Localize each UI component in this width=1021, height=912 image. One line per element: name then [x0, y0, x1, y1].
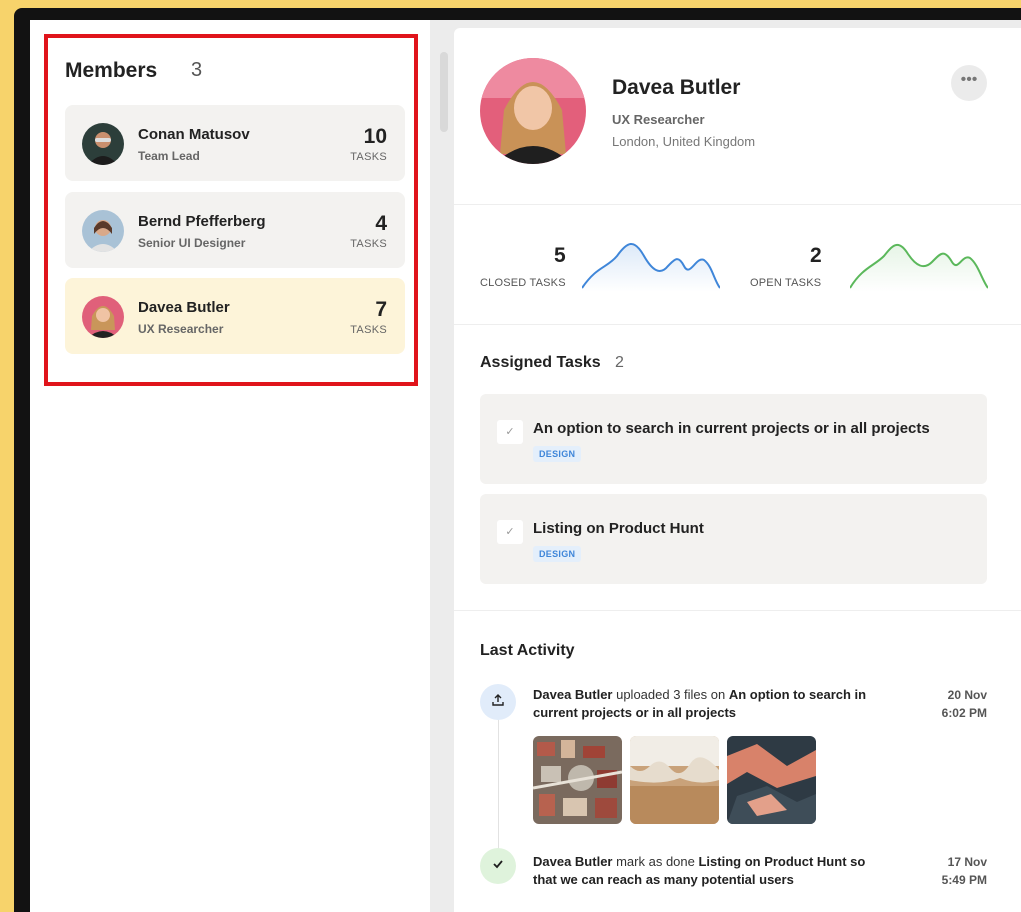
closed-tasks-value: 5 [554, 244, 566, 267]
task-title: An option to search in current projects … [533, 420, 930, 437]
open-tasks-value: 2 [810, 244, 822, 267]
activity-action: uploaded 3 files on [612, 687, 729, 702]
divider [454, 610, 1021, 611]
task-tag: DESIGN [533, 446, 582, 462]
last-activity-title: Last Activity [480, 642, 575, 659]
activity-time: 6:02 PM [941, 706, 987, 720]
assigned-tasks-title: Assigned Tasks [480, 354, 601, 371]
more-options-button[interactable]: ••• [951, 65, 987, 101]
activity-timestamp: 17 Nov 5:49 PM [942, 853, 987, 889]
closed-tasks-sparkline [582, 243, 720, 292]
assigned-tasks-count: 2 [615, 354, 624, 371]
activity-timestamp: 20 Nov 6:02 PM [942, 686, 987, 722]
app-window: Members 3 Conan Matusov Team Lead 10 TAS… [30, 20, 1021, 912]
divider [454, 324, 1021, 325]
task-card[interactable]: ✓ Listing on Product Hunt DESIGN [480, 494, 987, 584]
uploaded-image-beach[interactable] [630, 736, 719, 824]
activity-user[interactable]: Davea Butler [533, 854, 612, 869]
upload-icon [480, 684, 516, 720]
more-horizontal-icon: ••• [960, 71, 978, 88]
activity-action: mark as done [612, 854, 699, 869]
task-tag: DESIGN [533, 546, 582, 562]
open-tasks-sparkline [850, 243, 988, 292]
activity-time: 5:49 PM [941, 873, 987, 887]
closed-tasks-label: CLOSED TASKS [480, 277, 566, 289]
timeline-line [498, 716, 499, 866]
profile-panel: Davea Butler UX Researcher London, Unite… [454, 28, 1021, 912]
activity-date: 20 Nov [947, 688, 987, 702]
profile-location: London, United Kingdom [612, 134, 756, 149]
uploaded-image-city[interactable] [533, 736, 622, 824]
selection-highlight [44, 34, 418, 386]
check-icon [480, 848, 516, 884]
task-card[interactable]: ✓ An option to search in current project… [480, 394, 987, 484]
activity-text: Davea Butler uploaded 3 files on An opti… [533, 686, 873, 722]
check-icon: ✓ [505, 426, 515, 438]
profile-avatar [480, 58, 586, 164]
profile-role: UX Researcher [612, 112, 705, 127]
members-panel: Members 3 Conan Matusov Team Lead 10 TAS… [30, 20, 430, 912]
activity-date: 17 Nov [947, 855, 987, 869]
divider [454, 204, 1021, 205]
task-checkbox[interactable]: ✓ [497, 420, 523, 444]
check-icon: ✓ [505, 526, 515, 538]
uploaded-image-rocks[interactable] [727, 736, 816, 824]
activity-user[interactable]: Davea Butler [533, 687, 612, 702]
scrollbar[interactable] [440, 52, 448, 132]
task-title: Listing on Product Hunt [533, 520, 704, 537]
profile-name: Davea Butler [612, 76, 741, 99]
task-checkbox[interactable]: ✓ [497, 520, 523, 544]
open-tasks-label: OPEN TASKS [750, 277, 822, 289]
activity-text: Davea Butler mark as done Listing on Pro… [533, 853, 873, 889]
